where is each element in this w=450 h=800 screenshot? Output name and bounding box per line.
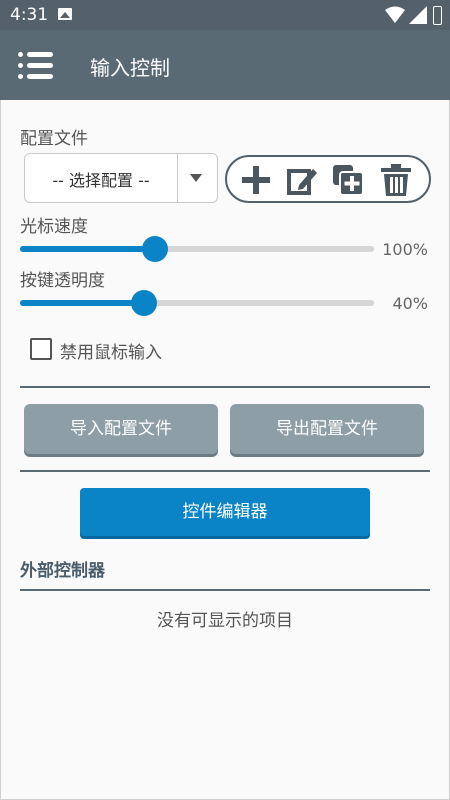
menu-icon[interactable] — [18, 52, 54, 80]
cursor-speed-fill — [20, 246, 155, 252]
divider — [20, 470, 430, 472]
cellular-icon — [409, 6, 427, 24]
add-icon[interactable] — [239, 163, 273, 197]
divider — [20, 386, 430, 388]
key-opacity-value: 40% — [392, 294, 428, 313]
chevron-down-icon — [190, 174, 202, 182]
status-bar: 4:31 — [0, 0, 450, 30]
export-config-button[interactable]: 导出配置文件 — [230, 404, 424, 454]
cursor-speed-slider[interactable] — [142, 237, 167, 261]
config-select-value: -- 选择配置 -- — [52, 171, 150, 190]
disable-mouse-checkbox[interactable] — [30, 338, 52, 360]
empty-list-text: 没有可显示的项目 — [157, 611, 293, 631]
app-bar: 输入控制 — [0, 30, 450, 100]
image-notification-icon — [58, 8, 72, 20]
delete-icon[interactable] — [379, 163, 413, 197]
config-actions — [225, 155, 431, 203]
status-time: 4:31 — [10, 5, 49, 25]
disable-mouse-label: 禁用鼠标输入 — [60, 343, 162, 363]
screen — [0, 0, 450, 800]
key-opacity-slider[interactable] — [131, 291, 156, 315]
page-title: 输入控制 — [90, 56, 170, 80]
wifi-icon — [385, 6, 405, 23]
external-controllers-title: 外部控制器 — [20, 561, 105, 581]
import-config-button[interactable]: 导入配置文件 — [24, 404, 218, 454]
cursor-speed-value: 100% — [382, 240, 428, 259]
control-editor-button[interactable]: 控件编辑器 — [80, 488, 370, 536]
key-opacity-fill — [20, 300, 144, 306]
battery-icon — [433, 6, 442, 25]
key-opacity-label: 按键透明度 — [20, 271, 105, 291]
edit-icon[interactable] — [285, 163, 319, 197]
divider — [20, 589, 430, 591]
config-select[interactable]: -- 选择配置 -- — [24, 153, 218, 203]
cursor-speed-label: 光标速度 — [20, 217, 88, 237]
config-file-label: 配置文件 — [20, 129, 88, 149]
duplicate-icon[interactable] — [331, 163, 365, 197]
